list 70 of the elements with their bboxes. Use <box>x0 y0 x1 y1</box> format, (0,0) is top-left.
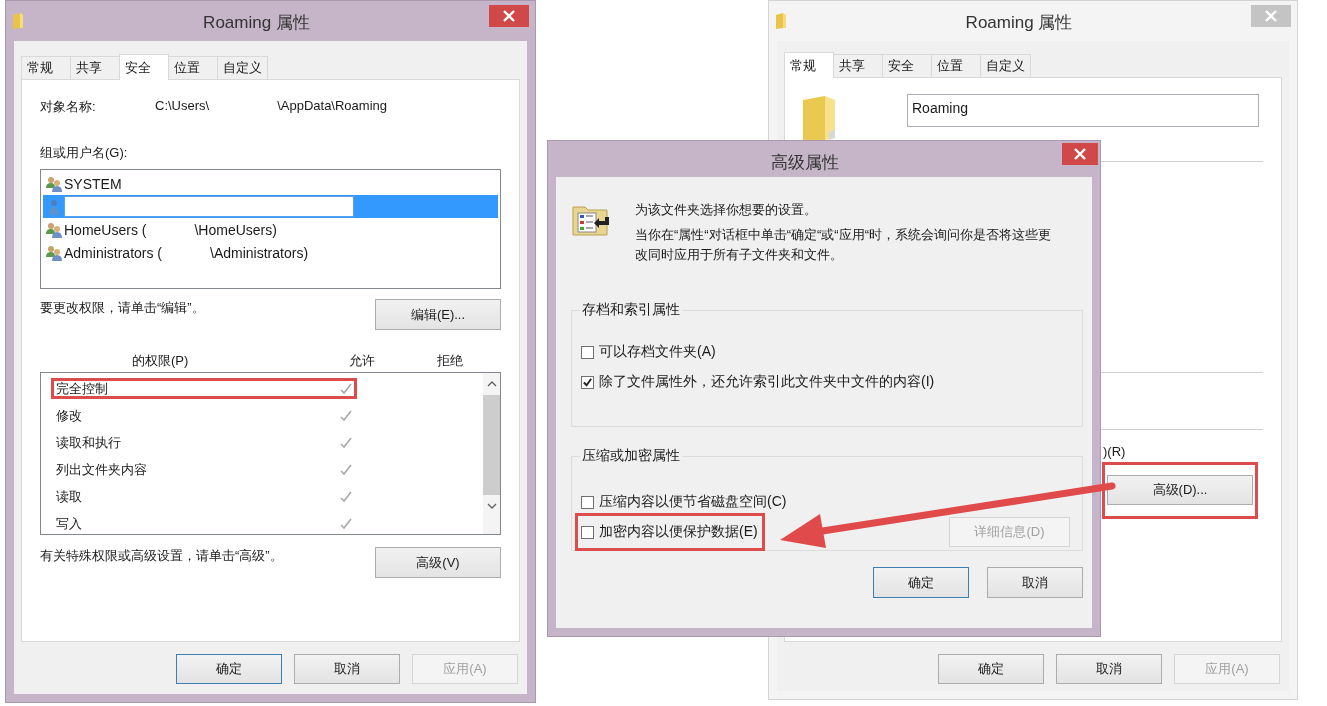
edit-button[interactable]: 编辑(E)... <box>375 299 501 330</box>
note-text: 当你在“属性“对话框中单击“确定“或“应用“时，系统会询问你是否将这些更改同时应用于所有子文件夹和文件。 <box>635 226 1052 264</box>
checkbox[interactable] <box>581 375 594 389</box>
users-icon <box>46 244 62 261</box>
checkbox-label: 压缩内容以便节省磁盘空间(C) <box>599 493 787 511</box>
folder-icon <box>775 12 787 30</box>
dialog-title: 高级属性 <box>770 152 840 174</box>
user-row[interactable] <box>43 195 498 218</box>
users-icon <box>46 221 62 238</box>
scrollbar-thumb[interactable] <box>483 395 500 495</box>
close-button[interactable] <box>489 5 529 27</box>
permission-name: 列出文件夹内容 <box>56 460 148 479</box>
tab[interactable]: 常规 <box>784 52 834 78</box>
group-title: 存档和索引属性 <box>581 301 681 319</box>
scrollbar[interactable] <box>483 373 500 534</box>
column-header: 允许 <box>349 352 376 370</box>
user-name: \Administrators) <box>210 244 309 261</box>
user-row[interactable]: SYSTEM <box>43 172 498 195</box>
permission-name: 读取 <box>56 487 83 506</box>
checkbox[interactable] <box>581 525 594 539</box>
window-title: Roaming 属性 <box>202 12 311 34</box>
attributes-label: )(R) <box>1103 444 1127 458</box>
permission-name: 读取和执行 <box>56 433 122 452</box>
dialog-button[interactable]: 取消 <box>294 654 400 684</box>
advanced-button[interactable]: 高级(V) <box>375 547 501 578</box>
checkbox[interactable] <box>581 345 594 359</box>
advanced-button[interactable]: 高级(D)... <box>1107 475 1253 505</box>
close-icon <box>503 10 515 22</box>
dialog-button[interactable]: 确定 <box>873 567 969 598</box>
user-name: SYSTEM <box>64 175 122 192</box>
close-icon <box>1074 148 1086 160</box>
dialog-button[interactable]: 确定 <box>176 654 282 684</box>
dialog-button[interactable]: 取消 <box>1056 654 1162 684</box>
tab[interactable]: 自定义 <box>980 54 1031 77</box>
group-title: 压缩或加密属性 <box>581 447 681 465</box>
checkbox[interactable] <box>581 495 594 509</box>
user-row[interactable]: Administrators ( \Administrators) <box>43 241 498 264</box>
users-icon <box>46 175 62 192</box>
user-name: \HomeUsers) <box>194 221 277 238</box>
path-text: C:\Users\ <box>155 98 210 115</box>
scroll-up-icon[interactable] <box>486 381 497 387</box>
object-name-label: 对象名称: <box>40 98 97 116</box>
dialog-button[interactable]: 取消 <box>987 567 1083 598</box>
permission-name: 完全控制 <box>56 379 109 398</box>
intro-text: 为该文件夹选择你想要的设置。 <box>635 201 818 219</box>
name-field[interactable]: Roaming <box>907 94 1259 127</box>
checkbox-label: 除了文件属性外，还允许索引此文件夹中文件的内容(I) <box>599 373 935 391</box>
folder-icon <box>12 12 24 30</box>
permission-name: 修改 <box>56 406 83 425</box>
checkbox-label: 可以存档文件夹(A) <box>599 343 716 361</box>
column-header: 拒绝 <box>437 352 463 370</box>
tab[interactable]: 安全 <box>119 54 169 80</box>
tab[interactable]: 常规 <box>21 56 71 79</box>
user-row[interactable]: HomeUsers ( \HomeUsers) <box>43 218 498 241</box>
close-icon <box>1265 10 1277 22</box>
path-text: \AppData\Roaming <box>277 98 387 115</box>
permission-name: 写入 <box>56 514 83 533</box>
advanced-hint: 有关特殊权限或高级设置，请单击“高级”。 <box>40 547 283 565</box>
tab[interactable]: 自定义 <box>217 56 268 79</box>
user-icon <box>46 198 62 215</box>
scroll-down-icon[interactable] <box>486 503 497 509</box>
users-label: 组或用户名(G): <box>40 144 129 162</box>
permissions-label: 的权限(P) <box>131 352 190 370</box>
user-name: Administrators ( <box>64 244 163 261</box>
user-name: HomeUsers ( <box>64 221 147 238</box>
edit-hint: 要更改权限，请单击“编辑”。 <box>40 299 205 317</box>
dialog-button[interactable]: 确定 <box>938 654 1044 684</box>
checkbox-label: 加密内容以便保护数据(E) <box>599 523 758 541</box>
window-title: Roaming 属性 <box>964 12 1074 34</box>
close-button[interactable] <box>1062 143 1098 165</box>
